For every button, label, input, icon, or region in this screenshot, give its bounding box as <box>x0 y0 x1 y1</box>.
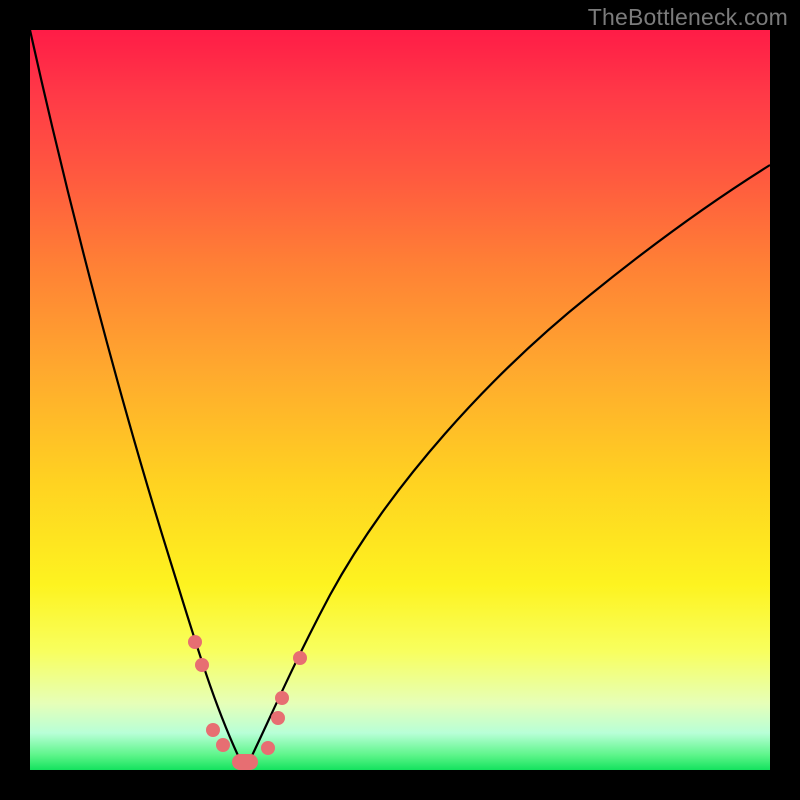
data-point-p9 <box>293 651 307 665</box>
data-point-p6 <box>261 741 275 755</box>
left-curve <box>30 30 245 770</box>
data-point-p3 <box>206 723 220 737</box>
right-curve <box>245 165 770 770</box>
data-point-p4 <box>216 738 230 752</box>
data-point-p2 <box>195 658 209 672</box>
data-point-p5 <box>232 754 258 770</box>
data-point-p7 <box>271 711 285 725</box>
curve-overlay <box>30 30 770 770</box>
watermark-text: TheBottleneck.com <box>588 4 788 31</box>
data-point-p1 <box>188 635 202 649</box>
data-point-p8 <box>275 691 289 705</box>
